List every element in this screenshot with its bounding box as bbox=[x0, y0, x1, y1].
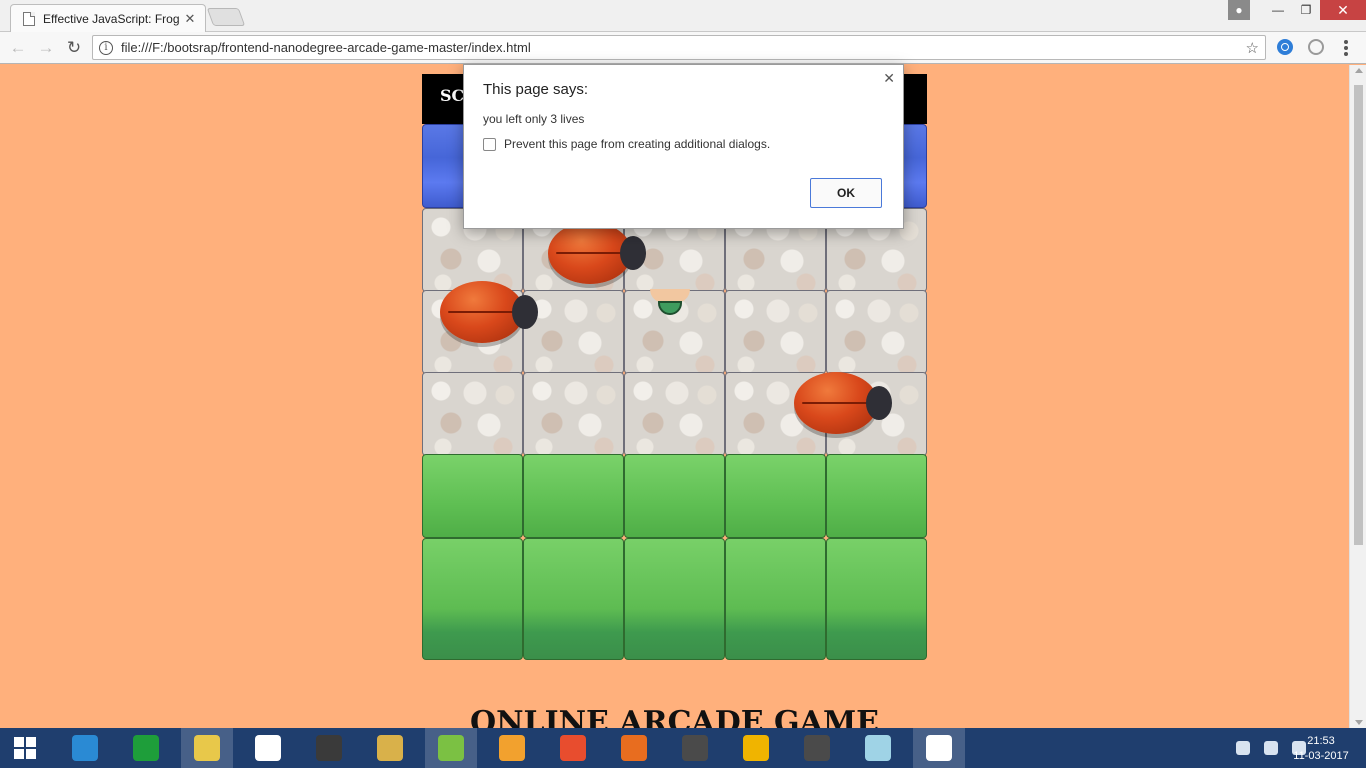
vertical-scrollbar[interactable] bbox=[1349, 65, 1366, 728]
utorrent-icon bbox=[438, 735, 464, 761]
grass-row bbox=[422, 538, 927, 660]
taskbar-firefox-button[interactable] bbox=[608, 728, 660, 768]
forward-icon[interactable]: → bbox=[32, 34, 60, 62]
browser-tab[interactable]: Effective JavaScript: Frog ✕ bbox=[10, 4, 206, 32]
taskbar-utorrent-button[interactable] bbox=[425, 728, 477, 768]
taskbar-store-button[interactable] bbox=[120, 728, 172, 768]
window-controls: ● — ❐ ✕ bbox=[1228, 0, 1366, 20]
sublime-text-2-icon bbox=[804, 735, 830, 761]
address-bar[interactable]: i file:///F:/bootsrap/frontend-nanodegre… bbox=[92, 35, 1266, 60]
internet-explorer-icon bbox=[72, 735, 98, 761]
alert-dialog: ✕ This page says: you left only 3 lives … bbox=[463, 64, 904, 229]
extension-search-icon[interactable] bbox=[1277, 39, 1293, 55]
sublime-text-icon bbox=[682, 735, 708, 761]
scroll-up-icon[interactable] bbox=[1355, 68, 1363, 73]
battery-icon[interactable] bbox=[1264, 741, 1278, 755]
taskbar-file-explorer-button[interactable] bbox=[181, 728, 233, 768]
archive-icon bbox=[377, 735, 403, 761]
taskbar-dropbox-button[interactable] bbox=[242, 728, 294, 768]
clock-date: 11-03-2017 bbox=[1293, 750, 1349, 762]
firefox-icon bbox=[621, 735, 647, 761]
chrome-icon bbox=[926, 735, 952, 761]
grass-row bbox=[422, 454, 927, 538]
new-tab-button[interactable] bbox=[206, 8, 246, 26]
menu-icon[interactable] bbox=[1344, 40, 1348, 56]
user-icon[interactable]: ● bbox=[1228, 0, 1250, 20]
minimize-button[interactable]: — bbox=[1264, 0, 1292, 20]
network-icon[interactable] bbox=[1236, 741, 1250, 755]
start-button[interactable] bbox=[0, 728, 50, 768]
browser-toolbar: ← → ↻ i file:///F:/bootsrap/frontend-nan… bbox=[0, 32, 1366, 64]
windows-icon bbox=[14, 737, 36, 759]
taskbar-notepad-button[interactable] bbox=[852, 728, 904, 768]
dropbox-icon bbox=[255, 735, 281, 761]
restore-button[interactable]: ❐ bbox=[1292, 0, 1320, 20]
prevent-dialogs-checkbox[interactable] bbox=[483, 137, 496, 151]
taskbar-internet-explorer-button[interactable] bbox=[59, 728, 111, 768]
tab-strip: Effective JavaScript: Frog ✕ ● — ❐ ✕ bbox=[0, 0, 1366, 32]
clock-time: 21:53 bbox=[1307, 735, 1335, 747]
taskbar-office-button[interactable] bbox=[547, 728, 599, 768]
player-character bbox=[650, 289, 690, 319]
taskbar bbox=[0, 728, 1366, 768]
taskbar-paint-button[interactable] bbox=[303, 728, 355, 768]
tab-title: Effective JavaScript: Frog bbox=[43, 11, 180, 26]
ok-button[interactable]: OK bbox=[810, 178, 882, 208]
chrome-canary-icon bbox=[743, 735, 769, 761]
notepad-icon bbox=[865, 735, 891, 761]
scroll-down-icon[interactable] bbox=[1355, 720, 1363, 725]
scroll-thumb[interactable] bbox=[1354, 85, 1363, 545]
taskbar-sublime-text-2-button[interactable] bbox=[791, 728, 843, 768]
close-window-button[interactable]: ✕ bbox=[1320, 0, 1366, 20]
store-icon bbox=[133, 735, 159, 761]
url-text: file:///F:/bootsrap/frontend-nanodegree-… bbox=[121, 40, 531, 55]
office-icon bbox=[560, 735, 586, 761]
taskbar-apps bbox=[59, 728, 974, 768]
extension-at-icon[interactable] bbox=[1308, 39, 1324, 55]
close-icon[interactable]: ✕ bbox=[183, 11, 197, 27]
bookmark-star-icon[interactable]: ☆ bbox=[1246, 39, 1259, 57]
reload-icon[interactable]: ↻ bbox=[60, 34, 88, 62]
file-explorer-icon bbox=[194, 735, 220, 761]
taskbar-chrome-button[interactable] bbox=[913, 728, 965, 768]
taskbar-chrome-canary-button[interactable] bbox=[730, 728, 782, 768]
page-icon bbox=[23, 11, 35, 26]
dialog-title: This page says: bbox=[483, 81, 589, 98]
prevent-dialogs-label[interactable]: Prevent this page from creating addition… bbox=[504, 137, 770, 151]
close-icon[interactable]: ✕ bbox=[883, 70, 895, 87]
taskbar-uc-browser-button[interactable] bbox=[486, 728, 538, 768]
page-heading: ONLINE ARCADE GAME bbox=[469, 705, 880, 728]
back-icon[interactable]: ← bbox=[4, 34, 32, 62]
info-icon[interactable]: i bbox=[99, 40, 113, 55]
taskbar-sublime-text-button[interactable] bbox=[669, 728, 721, 768]
taskbar-clock[interactable]: 21:53 11-03-2017 bbox=[1282, 728, 1360, 768]
dialog-message: you left only 3 lives bbox=[483, 112, 585, 126]
uc-browser-icon bbox=[499, 735, 525, 761]
paint-icon bbox=[316, 735, 342, 761]
taskbar-archive-button[interactable] bbox=[364, 728, 416, 768]
prevent-dialogs-option: Prevent this page from creating addition… bbox=[483, 137, 770, 151]
